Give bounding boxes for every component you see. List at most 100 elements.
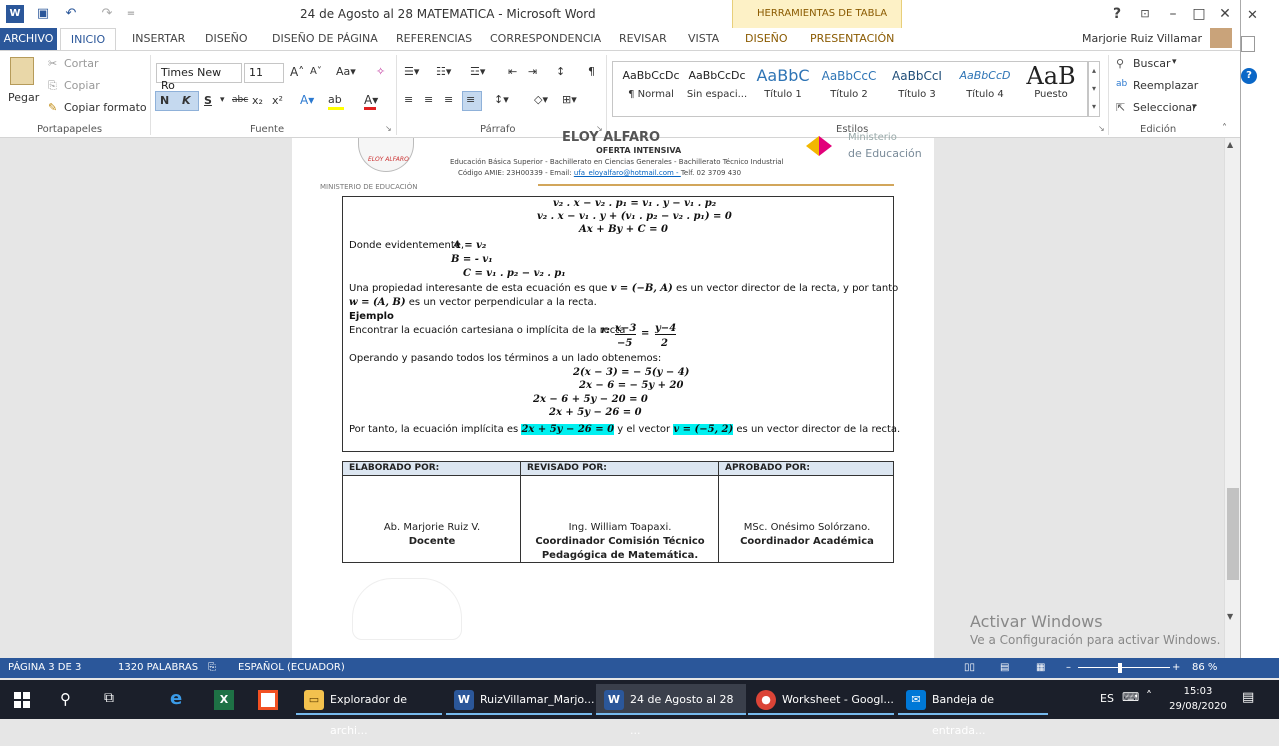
background-search-icon[interactable]	[1241, 36, 1255, 52]
taskbar-chrome[interactable]: ● Worksheet - Googl...	[748, 684, 894, 715]
styles-dialog-icon[interactable]: ↘	[1098, 124, 1105, 133]
excel-icon[interactable]: X	[214, 690, 234, 710]
background-help-icon[interactable]: ?	[1241, 68, 1257, 84]
task-view-icon[interactable]: ⧉	[104, 690, 114, 706]
style-puesto[interactable]: AaB Puesto	[1018, 63, 1084, 113]
tab-inicio[interactable]: INICIO	[60, 28, 116, 51]
collapse-ribbon-icon[interactable]: ˄	[1222, 123, 1227, 134]
text-effects-icon[interactable]: A▾	[300, 93, 314, 107]
zoom-slider-thumb[interactable]	[1118, 663, 1122, 673]
background-close-icon[interactable]: ✕	[1247, 8, 1258, 23]
change-case-icon[interactable]: Aa▾	[336, 65, 356, 78]
copy-button[interactable]: Copiar	[64, 79, 100, 92]
highlight-icon[interactable]: ab	[328, 93, 342, 106]
shading-icon[interactable]: ◇▾	[534, 93, 548, 106]
vertical-scrollbar[interactable]: ▲ ▼	[1224, 138, 1240, 658]
sort-icon[interactable]: ↕	[556, 65, 565, 78]
shrink-font-icon[interactable]: A˅	[310, 66, 322, 77]
store-icon[interactable]	[258, 690, 278, 710]
font-family-select[interactable]: Times New Ro	[156, 63, 242, 92]
keyboard-icon[interactable]: ⌨	[1122, 690, 1139, 704]
format-painter-icon[interactable]: ✎	[48, 101, 57, 114]
select-button[interactable]: Seleccionar	[1133, 101, 1197, 114]
taskbar-explorer[interactable]: ▭ Explorador de archi...	[296, 684, 442, 737]
bold-button[interactable]: N	[160, 94, 169, 107]
styles-scroll[interactable]: ▴ ▾ ▾	[1088, 61, 1100, 117]
taskbar-word-active[interactable]: W 24 de Agosto al 28 ...	[596, 684, 746, 737]
replace-button[interactable]: Reemplazar	[1133, 79, 1198, 92]
scroll-thumb[interactable]	[1227, 488, 1239, 580]
help-icon[interactable]: ?	[1104, 4, 1130, 24]
format-painter-button[interactable]: Copiar formato	[64, 101, 147, 114]
superscript-button[interactable]: x²	[272, 94, 283, 107]
increase-indent-icon[interactable]: ⇥	[528, 65, 537, 78]
windows-start-icon[interactable]	[14, 692, 30, 708]
tab-referencias[interactable]: REFERENCIAS	[396, 32, 472, 45]
web-layout-icon[interactable]: ▦	[1036, 662, 1045, 673]
style-normal[interactable]: AaBbCcDc ¶ Normal	[618, 63, 684, 113]
replace-icon[interactable]: ab	[1116, 79, 1127, 89]
input-language[interactable]: ES	[1100, 692, 1114, 705]
underline-dropdown-icon[interactable]: ▾	[220, 95, 225, 105]
italic-button[interactable]: K	[182, 94, 191, 107]
tab-diseno-pagina[interactable]: DISEÑO DE PÁGINA	[272, 32, 378, 45]
document-page[interactable]: ELOY ALFARO ELOY ALFARO OFERTA INTENSIVA…	[292, 130, 934, 658]
style-titulo-2[interactable]: AaBbCcC Título 2	[816, 63, 882, 113]
clock[interactable]: 15:03 29/08/2020	[1168, 684, 1228, 714]
edge-icon[interactable]: e	[170, 688, 182, 709]
page-count[interactable]: PÁGINA 3 DE 3	[8, 662, 81, 673]
print-layout-icon[interactable]: ▤	[1000, 662, 1009, 673]
taskbar-mail[interactable]: ✉ Bandeja de entrada...	[898, 684, 1048, 737]
close-button[interactable]: ✕	[1212, 4, 1238, 24]
bullets-icon[interactable]: ☰▾	[404, 65, 419, 78]
tab-table-diseno[interactable]: DISEÑO	[745, 32, 788, 45]
justify-icon[interactable]: ≡	[466, 93, 475, 106]
find-icon[interactable]: ⚲	[1116, 57, 1124, 70]
minimize-button[interactable]: –	[1160, 4, 1186, 24]
align-right-icon[interactable]: ≡	[444, 93, 453, 106]
style-titulo-1[interactable]: AaBbC Título 1	[750, 63, 816, 113]
font-color-icon[interactable]: A▾	[364, 93, 378, 107]
select-dropdown-icon[interactable]: ▾	[1192, 102, 1197, 112]
maximize-button[interactable]: □	[1186, 4, 1212, 24]
tab-correspondencia[interactable]: CORRESPONDENCIA	[490, 32, 601, 45]
paste-button[interactable]: Pegar	[8, 91, 39, 104]
underline-button[interactable]: S	[204, 94, 212, 107]
line-spacing-icon[interactable]: ↕▾	[494, 93, 509, 106]
tab-vista[interactable]: VISTA	[688, 32, 719, 45]
subscript-button[interactable]: x₂	[252, 94, 263, 107]
language-status[interactable]: ESPAÑOL (ECUADOR)	[238, 662, 345, 673]
tab-presentacion[interactable]: PRESENTACIÓN	[810, 32, 894, 45]
style-sin-espacio[interactable]: AaBbCcDc Sin espaci...	[684, 63, 750, 113]
tab-diseno[interactable]: DISEÑO	[205, 32, 248, 45]
undo-icon[interactable]: ↶	[62, 5, 80, 23]
save-icon[interactable]: ▣	[34, 5, 52, 23]
avatar[interactable]	[1210, 28, 1232, 48]
zoom-slider[interactable]	[1078, 667, 1170, 668]
clear-format-icon[interactable]: ✧	[376, 65, 385, 78]
align-center-icon[interactable]: ≡	[424, 93, 433, 106]
cut-icon[interactable]: ✂	[48, 57, 57, 70]
proofing-icon[interactable]: ⎘	[208, 662, 216, 673]
font-dialog-icon[interactable]: ↘	[385, 124, 392, 133]
strikethrough-button[interactable]: abc	[232, 95, 248, 105]
select-icon[interactable]: ⇱	[1116, 101, 1125, 114]
show-marks-icon[interactable]: ¶	[588, 65, 595, 78]
scroll-up-icon[interactable]: ▲	[1227, 140, 1233, 149]
show-hidden-icons[interactable]: ˄	[1146, 689, 1152, 703]
user-name[interactable]: Marjorie Ruiz Villamar	[1082, 32, 1202, 45]
word-app-icon[interactable]: W	[6, 5, 24, 23]
tab-revisar[interactable]: REVISAR	[619, 32, 667, 45]
align-left-icon[interactable]: ≡	[404, 93, 413, 106]
zoom-level[interactable]: 86 %	[1192, 662, 1217, 673]
style-titulo-4[interactable]: AaBbCcD Título 4	[952, 63, 1018, 113]
find-dropdown-icon[interactable]: ▾	[1172, 57, 1177, 67]
read-mode-icon[interactable]: ▯▯	[964, 662, 975, 673]
find-button[interactable]: Buscar	[1133, 57, 1171, 70]
cut-button[interactable]: Cortar	[64, 57, 99, 70]
redo-icon[interactable]: ↷	[98, 5, 116, 23]
header-email[interactable]: ufa_eloyalfaro@hotmail.com -	[574, 169, 681, 177]
zoom-out-icon[interactable]: –	[1066, 662, 1071, 673]
tab-insertar[interactable]: INSERTAR	[132, 32, 185, 45]
borders-icon[interactable]: ⊞▾	[562, 93, 577, 106]
